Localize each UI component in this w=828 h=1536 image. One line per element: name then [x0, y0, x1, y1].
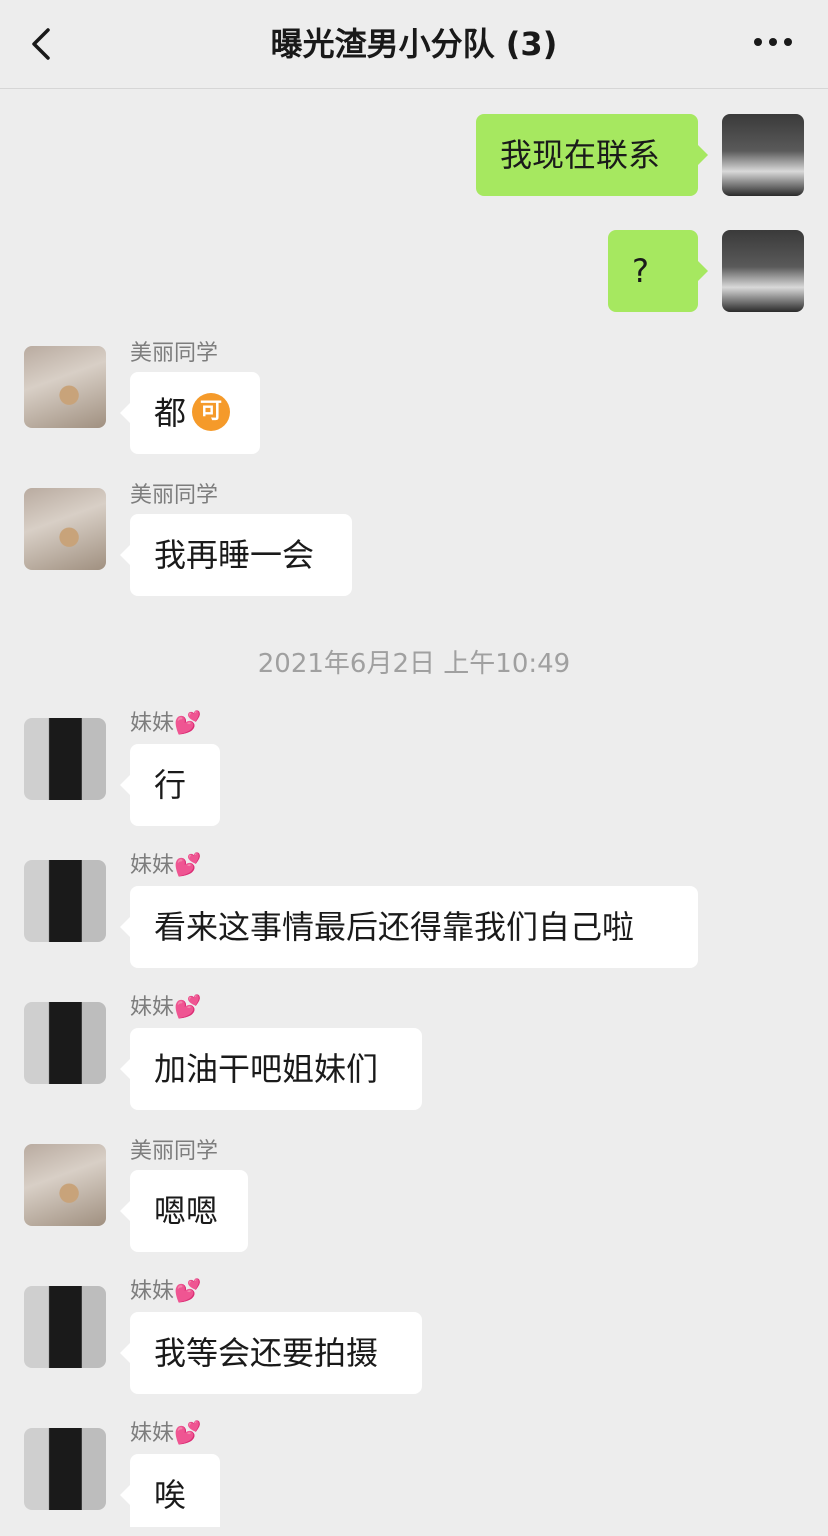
hearts-icon: 💕	[174, 853, 202, 878]
avatar[interactable]	[24, 1428, 106, 1510]
chat-title: 曝光渣男小分队 (3)	[270, 25, 558, 63]
avatar[interactable]	[24, 1144, 106, 1226]
hearts-icon: 💕	[174, 1421, 202, 1446]
message-bubble[interactable]: 看来这事情最后还得靠我们自己啦	[120, 886, 698, 968]
sender-name: 妹妹💕	[130, 852, 201, 880]
sender-name-text: 妹妹	[130, 995, 175, 1020]
sender-name: 妹妹💕	[130, 710, 201, 738]
sender-name: 美丽同学	[130, 483, 219, 508]
more-dots-icon	[754, 38, 762, 46]
avatar[interactable]	[24, 718, 106, 800]
avatar[interactable]	[24, 346, 106, 428]
sender-name: 妹妹💕	[130, 1278, 201, 1306]
sender-name-text: 妹妹	[130, 853, 175, 878]
sender-name-text: 妹妹	[130, 1421, 175, 1446]
avatar[interactable]	[24, 1002, 106, 1084]
message-bubble[interactable]: 都可	[120, 372, 260, 454]
sender-name-text: 妹妹	[130, 1279, 175, 1304]
timestamp: 2021年6月2日 上午10:49	[257, 649, 571, 679]
sender-name: 美丽同学	[130, 1139, 219, 1164]
message-text: 都	[154, 394, 187, 432]
hearts-icon: 💕	[174, 995, 202, 1020]
message-bubble[interactable]: 行	[120, 744, 220, 826]
avatar[interactable]	[722, 114, 804, 196]
sender-name-text: 妹妹	[130, 711, 175, 736]
chat-header: 曝光渣男小分队 (3)	[0, 0, 828, 89]
avatar[interactable]	[24, 1286, 106, 1368]
more-dot	[769, 38, 777, 46]
avatar[interactable]	[24, 488, 106, 570]
sender-name: 妹妹💕	[130, 994, 201, 1022]
more-button[interactable]	[754, 38, 792, 50]
avatar[interactable]	[24, 860, 106, 942]
avatar[interactable]	[722, 230, 804, 312]
sender-name: 美丽同学	[130, 341, 219, 366]
message-bubble[interactable]: 加油干吧姐妹们	[120, 1028, 422, 1110]
message-bubble[interactable]: 我再睡一会	[120, 514, 352, 596]
message-bubble[interactable]: 我等会还要拍摄	[120, 1312, 422, 1394]
hearts-icon: 💕	[174, 1279, 202, 1304]
message-bubble[interactable]: ?	[608, 230, 708, 312]
message-bubble[interactable]: 嗯嗯	[120, 1170, 248, 1252]
hearts-icon: 💕	[174, 711, 202, 736]
message-bubble[interactable]: 我现在联系	[476, 114, 708, 196]
emoji-ke-icon: 可	[192, 393, 231, 431]
sender-name: 妹妹💕	[130, 1420, 201, 1448]
message-bubble[interactable]: 唉	[120, 1454, 220, 1527]
more-dot	[784, 38, 792, 46]
